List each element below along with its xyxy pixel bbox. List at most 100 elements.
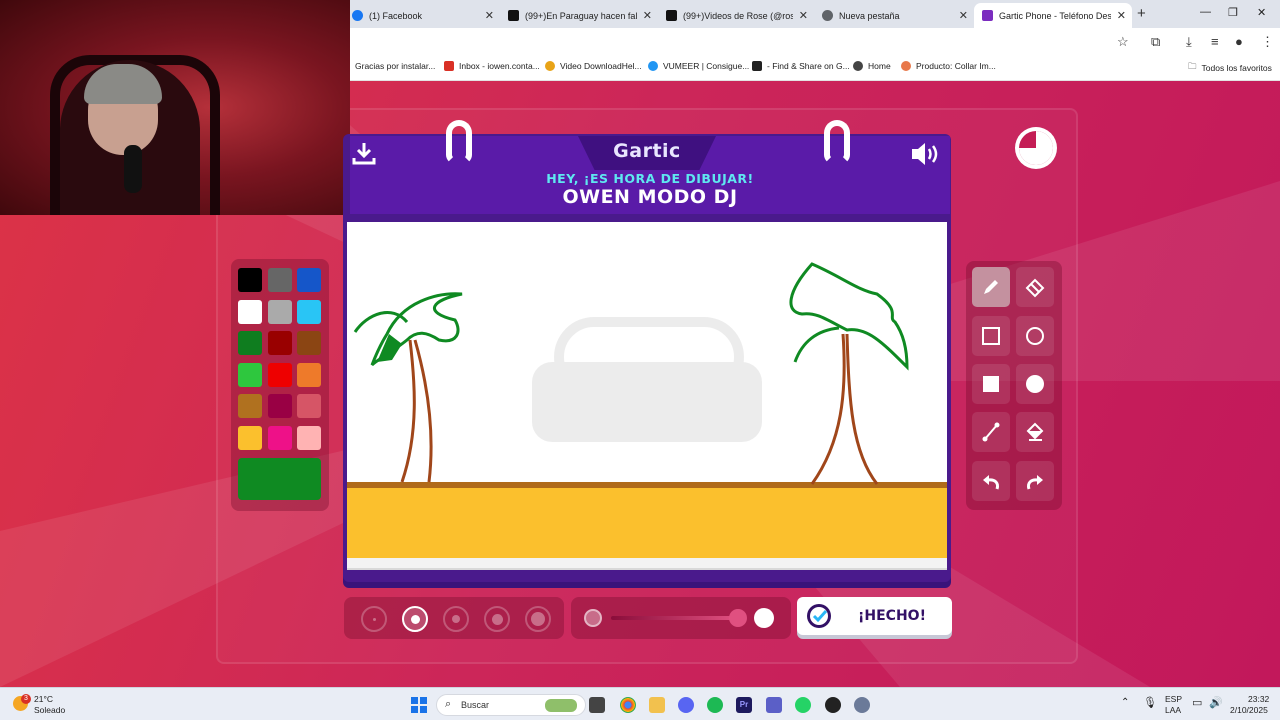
color-swatch-maroon[interactable] bbox=[268, 394, 292, 418]
brush-size-4[interactable] bbox=[484, 606, 510, 632]
brush-size-5[interactable] bbox=[525, 606, 551, 632]
close-icon[interactable]: ✕ bbox=[959, 9, 968, 22]
color-swatch-dark-red[interactable] bbox=[268, 331, 292, 355]
shop-icon bbox=[901, 61, 911, 71]
undo-button[interactable] bbox=[972, 461, 1010, 501]
close-icon[interactable]: ✕ bbox=[643, 9, 652, 22]
menu-icon[interactable]: ⋮ bbox=[1261, 34, 1274, 50]
discord-icon[interactable] bbox=[678, 697, 694, 713]
color-swatch-pink[interactable] bbox=[268, 426, 292, 450]
restore-icon[interactable]: ❐ bbox=[1228, 6, 1238, 19]
extensions-icon[interactable]: ⧉ bbox=[1151, 34, 1160, 50]
color-swatch-rose[interactable] bbox=[297, 394, 321, 418]
obs-icon[interactable] bbox=[825, 697, 841, 713]
draw-instruction: HEY, ¡ES HORA DE DIBUJAR! bbox=[546, 171, 754, 186]
opacity-track[interactable] bbox=[611, 616, 736, 620]
microphone-icon[interactable]: 🎙 bbox=[1143, 696, 1157, 709]
download-icon[interactable]: ⤓ bbox=[1186, 34, 1192, 50]
new-tab-button[interactable]: + bbox=[1137, 5, 1146, 22]
square-filled-icon bbox=[983, 376, 999, 392]
whatsapp-icon[interactable] bbox=[795, 697, 811, 713]
rectangle-outline-tool[interactable] bbox=[972, 316, 1010, 356]
color-swatch-dark-green[interactable] bbox=[238, 331, 262, 355]
color-swatch-green[interactable] bbox=[238, 363, 262, 387]
close-icon[interactable]: ✕ bbox=[485, 9, 494, 22]
opacity-slider[interactable] bbox=[571, 597, 791, 639]
fill-tool[interactable] bbox=[1016, 412, 1054, 452]
download-icon[interactable] bbox=[352, 141, 376, 170]
pencil-tool[interactable] bbox=[972, 267, 1010, 307]
brush-size-2[interactable] bbox=[402, 606, 428, 632]
circle-outline-tool[interactable] bbox=[1016, 316, 1054, 356]
opacity-handle[interactable] bbox=[729, 609, 747, 627]
opacity-min-icon bbox=[584, 609, 602, 627]
chevron-up-icon[interactable]: ⌃ bbox=[1121, 697, 1129, 708]
clock-date[interactable]: 2/10/2025 bbox=[1230, 705, 1268, 715]
eraser-icon bbox=[1025, 278, 1045, 298]
sound-icon[interactable] bbox=[910, 141, 942, 172]
color-swatch-yellow[interactable] bbox=[238, 426, 262, 450]
color-swatch-red[interactable] bbox=[268, 363, 292, 387]
done-button[interactable]: ¡HECHO! bbox=[797, 597, 952, 635]
bookmark-item[interactable]: Gracias por instalar... bbox=[355, 61, 435, 71]
circle-filled-tool[interactable] bbox=[1016, 364, 1054, 404]
volume-icon[interactable]: 🔊 bbox=[1209, 696, 1223, 709]
bookmark-label: VUMEER | Consigue... bbox=[663, 61, 750, 71]
all-bookmarks[interactable]: 🗀 Todos los favoritos bbox=[1188, 61, 1272, 75]
color-swatch-light-pink[interactable] bbox=[297, 426, 321, 450]
settings-gear-icon[interactable] bbox=[854, 697, 870, 713]
language-code[interactable]: ESP bbox=[1165, 694, 1182, 704]
tab-tiktok-rose[interactable]: (99+)Videos de Rose (@rose36 ✕ bbox=[658, 3, 814, 28]
task-view-icon[interactable] bbox=[589, 697, 605, 713]
bookmark-item[interactable]: Inbox - iowen.conta... bbox=[444, 61, 540, 71]
media-icon[interactable]: ≡ bbox=[1211, 34, 1219, 49]
file-explorer-icon[interactable] bbox=[649, 697, 665, 713]
bookmark-item[interactable]: Video DownloadHel... bbox=[545, 61, 642, 71]
tool-panel bbox=[966, 261, 1062, 510]
drawing-canvas[interactable] bbox=[347, 222, 947, 558]
line-tool[interactable] bbox=[972, 412, 1010, 452]
bookmark-item[interactable]: - Find & Share on G... bbox=[752, 61, 850, 71]
spotify-icon[interactable] bbox=[707, 697, 723, 713]
bookmark-item[interactable]: VUMEER | Consigue... bbox=[648, 61, 749, 71]
star-icon[interactable]: ☆ bbox=[1117, 34, 1129, 50]
tab-tiktok-paraguay[interactable]: (99+)En Paraguay hacen falta b ✕ bbox=[500, 3, 658, 28]
color-swatch-orange[interactable] bbox=[297, 363, 321, 387]
window-close-icon[interactable]: ✕ bbox=[1257, 6, 1266, 19]
tab-gartic-phone[interactable]: Gartic Phone - Teléfono Desco ✕ bbox=[974, 3, 1132, 28]
bookmark-item[interactable]: Home bbox=[853, 61, 891, 71]
minimize-icon[interactable]: — bbox=[1200, 6, 1211, 18]
clock-time[interactable]: 23:32 bbox=[1248, 694, 1269, 704]
color-swatch-brown[interactable] bbox=[297, 331, 321, 355]
tab-facebook[interactable]: (1) Facebook ✕ bbox=[344, 3, 500, 28]
undo-icon bbox=[983, 475, 999, 490]
chrome-taskbar-icon[interactable] bbox=[620, 697, 636, 713]
taskbar-search[interactable]: ⌕ Buscar bbox=[436, 694, 586, 716]
selected-color-preview[interactable] bbox=[238, 458, 321, 500]
color-swatch-black[interactable] bbox=[238, 268, 262, 292]
microphone bbox=[124, 145, 142, 193]
bookmark-item[interactable]: Producto: Collar Im... bbox=[901, 61, 996, 71]
tab-new-tab[interactable]: Nueva pestaña ✕ bbox=[814, 3, 974, 28]
rectangle-filled-tool[interactable] bbox=[972, 364, 1010, 404]
profile-icon[interactable]: ● bbox=[1235, 34, 1243, 49]
network-icon[interactable]: ▭ bbox=[1192, 696, 1202, 709]
drawing-svg bbox=[347, 262, 947, 558]
close-icon[interactable]: ✕ bbox=[1117, 9, 1126, 22]
color-swatch-cyan[interactable] bbox=[297, 300, 321, 324]
color-swatch-blue[interactable] bbox=[297, 268, 321, 292]
color-swatch-white[interactable] bbox=[238, 300, 262, 324]
color-swatch-light-gray[interactable] bbox=[268, 300, 292, 324]
close-icon[interactable]: ✕ bbox=[799, 9, 808, 22]
windows-start-icon[interactable] bbox=[411, 697, 427, 713]
brush-size-1[interactable] bbox=[361, 606, 387, 632]
folder-icon: 🗀 bbox=[1188, 61, 1197, 71]
redo-button[interactable] bbox=[1016, 461, 1054, 501]
brush-size-3[interactable] bbox=[443, 606, 469, 632]
color-swatch-tan[interactable] bbox=[238, 394, 262, 418]
eraser-tool[interactable] bbox=[1016, 267, 1054, 307]
keyboard-layout[interactable]: LAA bbox=[1165, 705, 1181, 715]
teams-icon[interactable] bbox=[766, 697, 782, 713]
color-swatch-dark-gray[interactable] bbox=[268, 268, 292, 292]
premiere-icon[interactable]: Pr bbox=[736, 697, 752, 713]
